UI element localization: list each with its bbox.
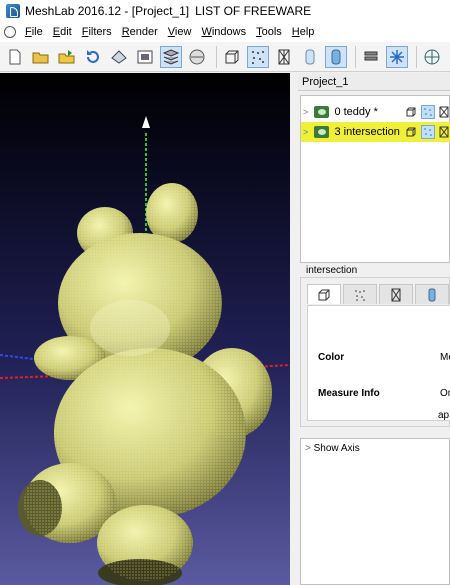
open-project-button[interactable] (30, 46, 52, 68)
new-project-button[interactable] (4, 46, 26, 68)
meshlab-logo-icon (6, 4, 20, 18)
reload-icon (87, 49, 99, 63)
menu-render[interactable]: Render (117, 26, 163, 38)
decorator-panel: > Show Axis (300, 438, 450, 585)
bounding-box-button[interactable] (221, 46, 243, 68)
system-menu-icon[interactable] (4, 26, 16, 38)
raster-icon (189, 49, 205, 64)
import-mesh-icon (58, 49, 75, 63)
points-toggle-button[interactable] (420, 105, 435, 119)
menu-filters[interactable]: Filters (77, 26, 117, 38)
bounding-box-icon (225, 50, 239, 63)
manipulator-icon (390, 49, 404, 64)
panel-splitter[interactable] (290, 73, 298, 585)
snapshot-button[interactable] (134, 46, 156, 68)
property-value-measure-info[interactable]: On (440, 388, 450, 399)
toolbar-separator (216, 45, 217, 68)
import-mesh-button[interactable] (56, 46, 78, 68)
toolbar-separator (416, 45, 417, 68)
selected-layer-title: intersection (306, 265, 358, 276)
y-axis-arrow (142, 116, 150, 128)
points-button[interactable] (247, 45, 269, 68)
align-button[interactable] (360, 46, 382, 68)
wireframe-icon (439, 126, 449, 138)
apply-button[interactable]: ap (438, 410, 449, 421)
wireframe-icon (391, 288, 401, 301)
bbox-toggle-button[interactable] (405, 125, 418, 139)
bounding-box-icon (406, 127, 416, 137)
toolbar-separator (355, 45, 356, 68)
menu-view[interactable]: View (163, 26, 197, 38)
layer-label: 0 teddy * (334, 106, 378, 118)
wireframe-icon (439, 106, 449, 118)
wireframe-button[interactable] (273, 46, 295, 68)
layer-list: > 0 teddy * > 3 intersection (300, 95, 450, 263)
points-icon (424, 108, 432, 116)
show-axis-item[interactable]: > Show Axis (305, 443, 360, 454)
smooth-shading-icon (331, 49, 341, 64)
menu-windows[interactable]: Windows (196, 26, 251, 38)
chevron-right-icon[interactable]: > (303, 127, 310, 137)
globe-icon (424, 49, 440, 64)
menu-file[interactable]: File (20, 26, 48, 38)
property-value-color[interactable]: Me (440, 352, 450, 363)
menu-help[interactable]: Help (287, 26, 320, 38)
raster-button[interactable] (186, 46, 208, 68)
new-project-icon (9, 49, 21, 64)
wireframe-icon (278, 49, 290, 64)
project-tab[interactable]: Project_1 (298, 73, 450, 91)
window-title: MeshLab 2016.12 - [Project_1] (25, 4, 190, 18)
layers-icon (162, 48, 180, 65)
layers-button[interactable] (160, 45, 182, 68)
points-toggle-button[interactable] (420, 125, 435, 139)
tab-wireframe[interactable] (379, 284, 413, 304)
points-icon (355, 289, 365, 301)
property-label-measure-info: Measure Info (318, 388, 380, 399)
main-toolbar (0, 42, 450, 72)
reload-button[interactable] (82, 46, 104, 68)
globe-button[interactable] (421, 46, 443, 68)
wire-toggle-button[interactable] (438, 105, 450, 119)
bounding-box-icon (318, 289, 330, 300)
smooth-shading-icon (428, 288, 436, 301)
window-caption: LIST OF FREEWARE (195, 4, 312, 18)
menu-edit[interactable]: Edit (48, 26, 77, 38)
render-properties-panel: Color Me Measure Info On (300, 277, 450, 427)
menu-bar: File Edit Filters Render View Windows To… (0, 22, 450, 42)
smooth-shading-button[interactable] (325, 45, 347, 68)
tab-shading[interactable] (415, 284, 449, 304)
export-mesh-icon (111, 49, 127, 64)
wire-toggle-button[interactable] (438, 125, 450, 139)
show-axis-label: Show Axis (313, 443, 360, 454)
align-icon (364, 51, 378, 60)
points-icon (424, 128, 432, 136)
property-label-color: Color (318, 352, 345, 363)
teddy-mesh (18, 183, 272, 585)
flat-shading-button[interactable] (299, 46, 321, 68)
properties-body: Color Me Measure Info On (307, 305, 450, 421)
bbox-toggle-button[interactable] (405, 105, 418, 119)
menu-tools[interactable]: Tools (251, 26, 287, 38)
project-sidebar: Project_1 > 0 teddy * > 3 intersection i… (298, 73, 450, 585)
visibility-eye-icon[interactable] (314, 126, 330, 138)
layer-row-teddy[interactable]: > 0 teddy * (301, 102, 450, 122)
bounding-box-icon (406, 107, 416, 117)
manipulator-button[interactable] (386, 45, 408, 68)
layer-label: 3 intersection (334, 126, 400, 138)
render-mode-tabs (307, 284, 450, 306)
3d-viewport[interactable] (0, 73, 290, 585)
points-icon (252, 50, 264, 64)
visibility-eye-icon[interactable] (314, 106, 330, 118)
snapshot-icon (137, 50, 153, 63)
mesh-render (0, 116, 290, 585)
flat-shading-icon (305, 49, 315, 64)
tab-bounding-box[interactable] (307, 284, 341, 304)
chevron-right-icon[interactable]: > (303, 107, 310, 117)
open-project-icon (32, 52, 49, 63)
export-mesh-button[interactable] (108, 46, 130, 68)
chevron-right-icon: > (305, 443, 311, 454)
tab-points[interactable] (343, 284, 377, 304)
layer-row-intersection[interactable]: > 3 intersection (301, 122, 450, 142)
title-bar: MeshLab 2016.12 - [Project_1] LIST OF FR… (0, 0, 450, 22)
